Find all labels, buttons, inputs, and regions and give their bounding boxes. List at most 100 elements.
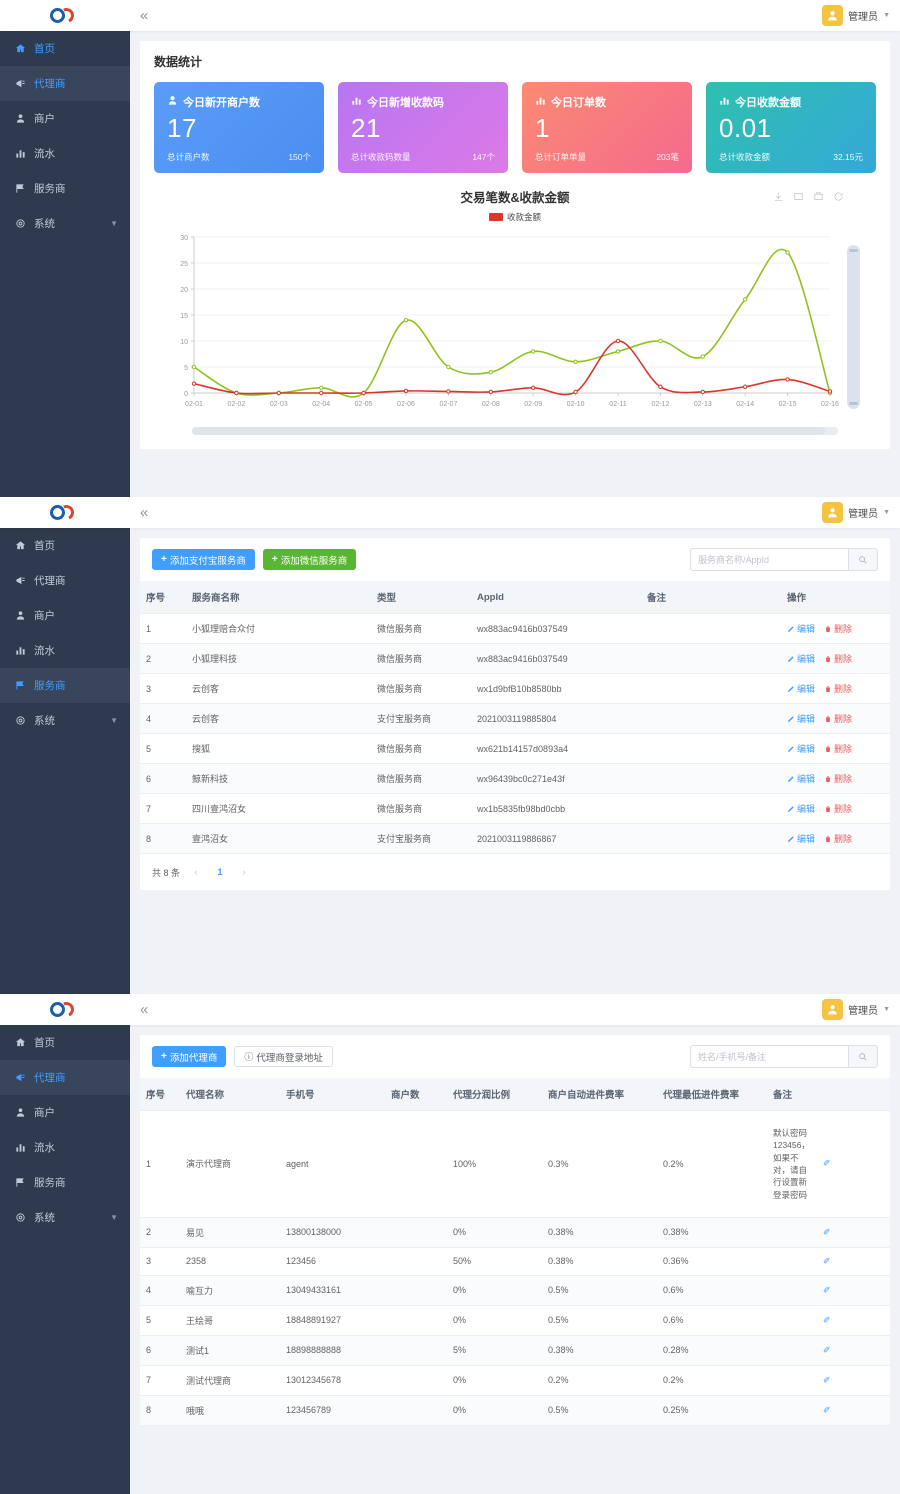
- sidebar-item-merchant[interactable]: 商户: [0, 598, 130, 633]
- edit-row-button[interactable]: 编辑: [787, 804, 815, 814]
- edit-row-button[interactable]: ✐: [823, 1227, 831, 1237]
- add-agent-button[interactable]: + 添加代理商: [152, 1046, 227, 1067]
- add-wechat-provider-button[interactable]: + 添加微信服务商: [262, 549, 357, 570]
- agent-search: [690, 1045, 878, 1068]
- sidebar: 首页 代理商 商户 流水 服务商 系统 ▼: [0, 1025, 130, 1494]
- delete-row-button[interactable]: 删除: [824, 834, 852, 844]
- delete-row-button[interactable]: 删除: [824, 624, 852, 634]
- row-provider-name: 四川壹鸿沼女: [186, 793, 371, 824]
- sidebar-item-service-provider[interactable]: 服务商: [0, 668, 130, 703]
- plus-icon: +: [161, 554, 167, 565]
- row-actions: 编辑 删除: [781, 733, 890, 764]
- download-icon[interactable]: [773, 189, 784, 202]
- sidebar-item-transactions[interactable]: 流水: [0, 1130, 130, 1165]
- collapse-double-chevron-left-icon[interactable]: «: [140, 1002, 148, 1017]
- row-agent-name: 喻互力: [180, 1275, 280, 1306]
- delete-row-button[interactable]: 删除: [824, 684, 852, 694]
- bar-chart-icon: [535, 95, 546, 109]
- chart-toolbox: [773, 189, 844, 202]
- edit-row-button[interactable]: 编辑: [787, 624, 815, 634]
- stat-card-title: 今日订单数: [551, 97, 606, 109]
- edit-row-button[interactable]: ✐: [823, 1256, 831, 1266]
- chevron-down-icon[interactable]: ▼: [110, 1213, 118, 1222]
- edit-row-button[interactable]: ✐: [823, 1285, 831, 1295]
- row-remark: [767, 1395, 817, 1426]
- zoom-select-icon[interactable]: [793, 189, 804, 201]
- sidebar-item-system[interactable]: 系统 ▼: [0, 1200, 130, 1235]
- sidebar-item-system[interactable]: 系统 ▼: [0, 206, 130, 241]
- edit-row-button[interactable]: 编辑: [787, 744, 815, 754]
- edit-row-button[interactable]: ✐: [823, 1315, 831, 1325]
- svg-text:02-13: 02-13: [694, 401, 712, 408]
- page-number-button[interactable]: 1: [212, 864, 228, 880]
- sidebar-item-service-provider[interactable]: 服务商: [0, 1165, 130, 1200]
- user-icon: [14, 113, 26, 125]
- edit-row-button[interactable]: ✐: [823, 1158, 831, 1168]
- chart-horizontal-datazoom-slider[interactable]: [192, 427, 838, 436]
- table-row: 2 易见 13800138000 0% 0.38% 0.38% ✐: [140, 1217, 890, 1248]
- row-appid: wx621b14157d0893a4: [471, 733, 641, 764]
- chart-vertical-datazoom-slider[interactable]: [847, 245, 860, 410]
- agent-app: « 管理员 ▼ 首页 代理商 商户 流水 服务商 系统 ▼ + 添加代理商 ⓘ …: [0, 994, 900, 1494]
- chevron-down-icon[interactable]: ▼: [883, 1006, 890, 1013]
- sidebar-item-home[interactable]: 首页: [0, 528, 130, 563]
- sidebar-item-agent[interactable]: 代理商: [0, 1060, 130, 1095]
- prev-page-button[interactable]: ‹: [188, 864, 204, 880]
- edit-row-button[interactable]: ✐: [823, 1375, 831, 1385]
- delete-row-button[interactable]: 删除: [824, 774, 852, 784]
- table-header-row: 序号 代理名称 手机号 商户数 代理分润比例 商户自动进件费率 代理最低进件费率…: [140, 1078, 890, 1111]
- agent-login-url-button[interactable]: ⓘ 代理商登录地址: [234, 1046, 333, 1067]
- sidebar-item-merchant[interactable]: 商户: [0, 101, 130, 136]
- sidebar-item-transactions[interactable]: 流水: [0, 136, 130, 171]
- brand-logo[interactable]: [0, 994, 130, 1025]
- row-no: 5: [140, 733, 186, 764]
- brand-logo[interactable]: [0, 497, 130, 528]
- chevron-down-icon[interactable]: ▼: [883, 12, 890, 19]
- edit-row-button[interactable]: 编辑: [787, 714, 815, 724]
- edit-row-button[interactable]: 编辑: [787, 774, 815, 784]
- next-page-button[interactable]: ›: [236, 864, 252, 880]
- edit-row-button[interactable]: 编辑: [787, 684, 815, 694]
- sidebar-item-agent[interactable]: 代理商: [0, 66, 130, 101]
- row-type: 微信服务商: [371, 733, 471, 764]
- delete-row-button[interactable]: 删除: [824, 744, 852, 754]
- row-min-rate: 0.38%: [657, 1217, 767, 1248]
- row-remark: [641, 823, 781, 854]
- edit-row-button[interactable]: 编辑: [787, 834, 815, 844]
- sidebar-item-transactions[interactable]: 流水: [0, 633, 130, 668]
- sidebar-item-home[interactable]: 首页: [0, 31, 130, 66]
- chevron-down-icon[interactable]: ▼: [110, 219, 118, 228]
- chevron-down-icon[interactable]: ▼: [110, 716, 118, 725]
- chart-canvas: 0 5 10 15 20 25 30 02-01 02-02 02-03 02-04 02-05 02-…: [180, 235, 839, 408]
- sidebar-item-merchant[interactable]: 商户: [0, 1095, 130, 1130]
- brand-logo[interactable]: [0, 0, 130, 31]
- add-alipay-provider-button[interactable]: + 添加支付宝服务商: [152, 549, 255, 570]
- search-input[interactable]: [690, 1045, 848, 1068]
- delete-row-button[interactable]: 删除: [824, 804, 852, 814]
- header-user-area[interactable]: 管理员 ▼: [822, 5, 900, 26]
- table-body: 1 小狐理赔合众付 微信服务商 wx883ac9416b037549 编辑 删除 2 小狐理科…: [140, 613, 890, 854]
- svg-text:02-11: 02-11: [609, 401, 626, 408]
- collapse-double-chevron-left-icon[interactable]: «: [140, 8, 148, 23]
- delete-row-button[interactable]: 删除: [824, 714, 852, 724]
- refresh-icon[interactable]: [833, 189, 844, 201]
- sidebar-item-agent[interactable]: 代理商: [0, 563, 130, 598]
- chevron-down-icon[interactable]: ▼: [883, 509, 890, 516]
- search-button[interactable]: [848, 1045, 878, 1068]
- edit-row-button[interactable]: ✐: [823, 1345, 831, 1355]
- collapse-double-chevron-left-icon[interactable]: «: [140, 505, 148, 520]
- search-button[interactable]: [848, 548, 878, 571]
- header-user-area[interactable]: 管理员 ▼: [822, 999, 900, 1020]
- chart-legend[interactable]: 收款金额: [154, 211, 876, 223]
- sidebar-item-service-provider[interactable]: 服务商: [0, 171, 130, 206]
- row-actions: 编辑 删除: [781, 613, 890, 644]
- sidebar-item-system[interactable]: 系统 ▼: [0, 703, 130, 738]
- zoom-restore-icon[interactable]: [813, 189, 824, 201]
- row-no: 5: [140, 1305, 180, 1336]
- search-input[interactable]: [690, 548, 848, 571]
- edit-row-button[interactable]: ✐: [823, 1405, 831, 1415]
- delete-row-button[interactable]: 删除: [824, 654, 852, 664]
- sidebar-item-home[interactable]: 首页: [0, 1025, 130, 1060]
- edit-row-button[interactable]: 编辑: [787, 654, 815, 664]
- header-user-area[interactable]: 管理员 ▼: [822, 502, 900, 523]
